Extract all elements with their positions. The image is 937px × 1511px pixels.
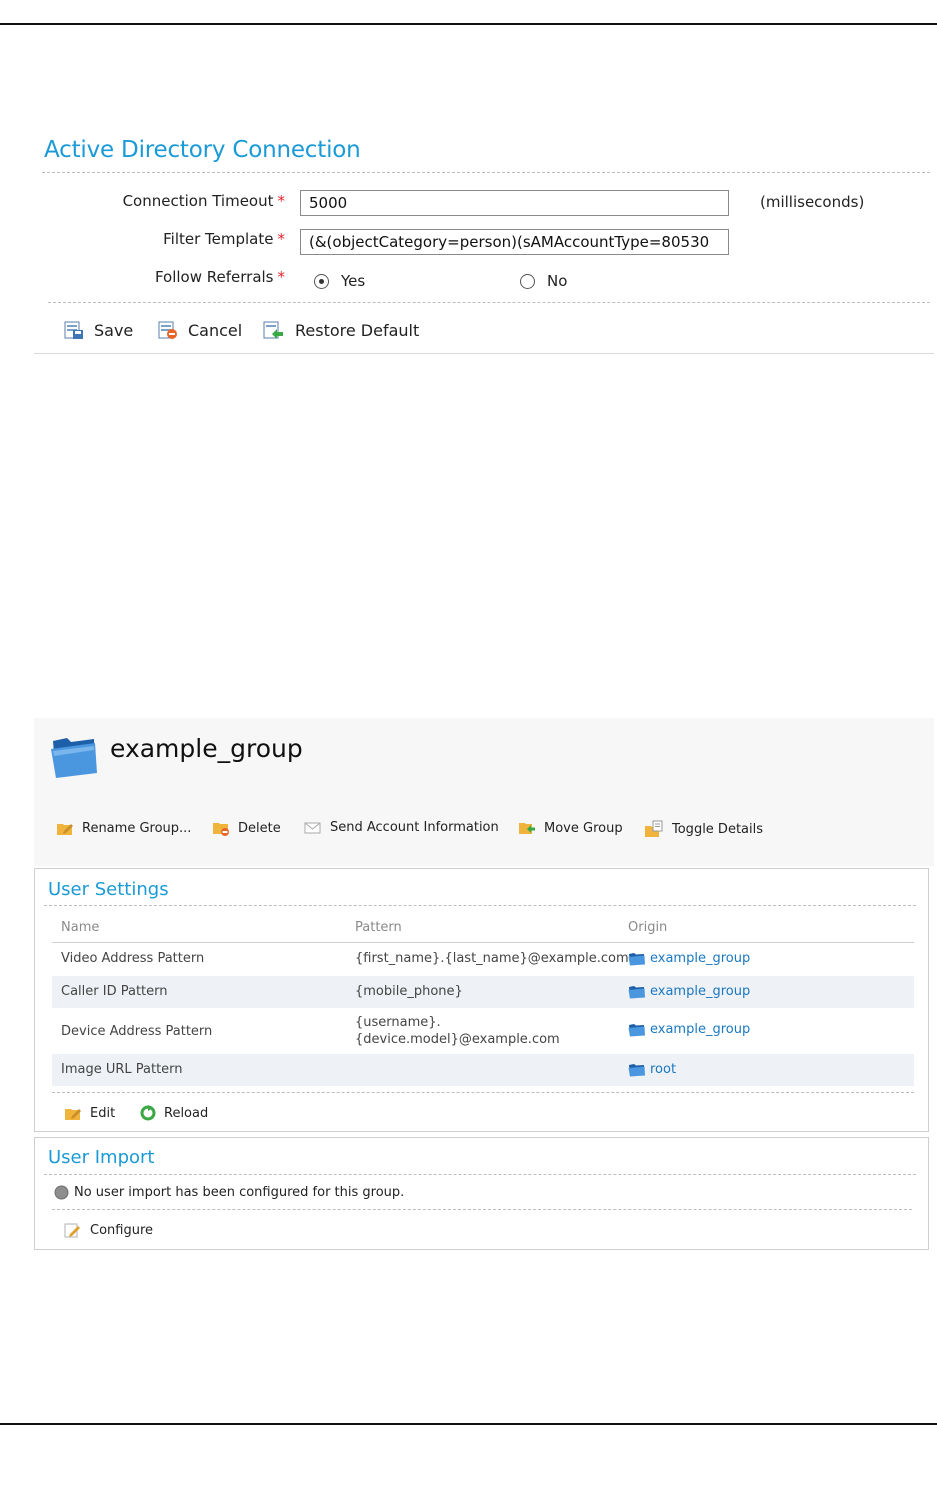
save-button[interactable]: Save [64, 320, 133, 340]
follow-referrals-yes-radio[interactable]: Yes [314, 272, 365, 290]
edit-icon [65, 1109, 81, 1120]
user-import-title: User Import [48, 1147, 155, 1168]
column-header-origin: Origin [628, 920, 668, 935]
envelope-icon [304, 822, 321, 833]
form-divider [48, 302, 930, 303]
origin-link[interactable]: root [628, 1062, 676, 1077]
delete-icon [213, 823, 229, 836]
table-row: Caller ID Pattern {mobile_phone} example… [52, 976, 914, 1008]
section-title-ad-connection: Active Directory Connection [44, 137, 361, 163]
send-account-information-button[interactable]: Send Account Information [304, 820, 499, 835]
row-pattern: {first_name}.{last_name}@example.com [355, 951, 629, 966]
folder-icon [628, 953, 645, 966]
origin-label: example_group [650, 951, 751, 966]
filter-template-input[interactable] [300, 229, 729, 255]
rename-label: Rename Group... [82, 820, 192, 836]
user-import-divider [52, 1209, 912, 1210]
timeout-unit-label: (milliseconds) [760, 193, 865, 211]
row-name: Caller ID Pattern [61, 984, 168, 999]
delete-label: Delete [238, 820, 281, 836]
configure-label: Configure [90, 1222, 154, 1238]
filter-template-label: Filter Template * [163, 230, 285, 248]
bottom-divider [0, 1423, 937, 1425]
column-header-name: Name [61, 920, 100, 935]
toolbar-bottom-border [34, 353, 934, 354]
column-header-pattern: Pattern [355, 920, 402, 935]
restore-default-button[interactable]: Restore Default [263, 320, 419, 340]
radio-checked-icon [314, 273, 329, 289]
cancel-button[interactable]: Cancel [158, 320, 242, 340]
connection-timeout-input[interactable] [300, 190, 729, 216]
origin-link[interactable]: example_group [628, 1022, 750, 1037]
connection-timeout-label: Connection Timeout * [122, 192, 286, 210]
top-divider [0, 23, 937, 25]
follow-referrals-no-radio[interactable]: No [520, 272, 567, 290]
user-settings-title: User Settings [48, 879, 169, 900]
toggle-label: Toggle Details [672, 821, 763, 837]
status-gray-dot-icon [54, 1185, 69, 1200]
follow-referrals-label: Follow Referrals * [154, 268, 286, 286]
radio-label-yes: Yes [341, 272, 366, 290]
delete-group-button[interactable]: Delete [212, 820, 281, 836]
rename-icon [57, 824, 73, 835]
restore-label: Restore Default [295, 320, 420, 340]
row-pattern-line1: {username}. [355, 1015, 441, 1030]
folder-icon [628, 1024, 645, 1037]
required-mark: * [277, 192, 286, 210]
reload-label: Reload [164, 1105, 209, 1121]
folder-icon [628, 986, 645, 999]
edit-button[interactable]: Edit [64, 1105, 115, 1121]
required-mark: * [277, 268, 286, 286]
row-pattern-line2: {device.model}@example.com [355, 1032, 560, 1047]
restore-icon [263, 321, 283, 339]
send-label: Send Account Information [330, 820, 499, 835]
configure-icon [64, 1223, 80, 1238]
rename-group-button[interactable]: Rename Group... [56, 820, 191, 836]
table-bottom-divider [52, 1092, 914, 1093]
toggle-details-button[interactable]: Toggle Details [644, 820, 763, 838]
move-group-button[interactable]: Move Group [518, 820, 623, 836]
save-icon [64, 321, 83, 339]
table-row: Video Address Pattern {first_name}.{last… [52, 943, 914, 976]
cancel-icon [158, 321, 177, 339]
import-status-text: No user import has been configured for t… [74, 1185, 405, 1200]
required-mark: * [277, 230, 286, 248]
configure-button[interactable]: Configure [64, 1222, 153, 1238]
user-import-title-divider [44, 1174, 916, 1175]
origin-label: root [650, 1062, 677, 1077]
folder-icon [628, 1064, 645, 1077]
reload-icon [140, 1105, 156, 1121]
move-label: Move Group [544, 820, 623, 836]
reload-button[interactable]: Reload [140, 1105, 208, 1121]
row-name: Device Address Pattern [61, 1024, 213, 1039]
import-status: No user import has been configured for t… [54, 1185, 404, 1200]
row-name: Video Address Pattern [61, 951, 205, 966]
radio-unchecked-icon [520, 273, 535, 289]
row-name: Image URL Pattern [61, 1062, 183, 1077]
radio-label-no: No [547, 272, 568, 290]
save-label: Save [94, 320, 134, 340]
move-icon [519, 823, 535, 834]
toggle-details-icon [645, 820, 663, 837]
cancel-label: Cancel [188, 320, 243, 340]
row-pattern: {mobile_phone} [355, 984, 463, 999]
title-divider [42, 172, 930, 173]
origin-label: example_group [650, 1022, 751, 1037]
group-name: example_group [110, 734, 303, 763]
origin-label: example_group [650, 984, 751, 999]
folder-icon [51, 738, 97, 778]
origin-link[interactable]: example_group [628, 951, 750, 966]
edit-label: Edit [90, 1105, 116, 1121]
origin-link[interactable]: example_group [628, 984, 750, 999]
user-settings-title-divider [44, 905, 916, 906]
table-row: Device Address Pattern {username}. {devi… [52, 1008, 914, 1054]
table-row: Image URL Pattern root [52, 1054, 914, 1086]
